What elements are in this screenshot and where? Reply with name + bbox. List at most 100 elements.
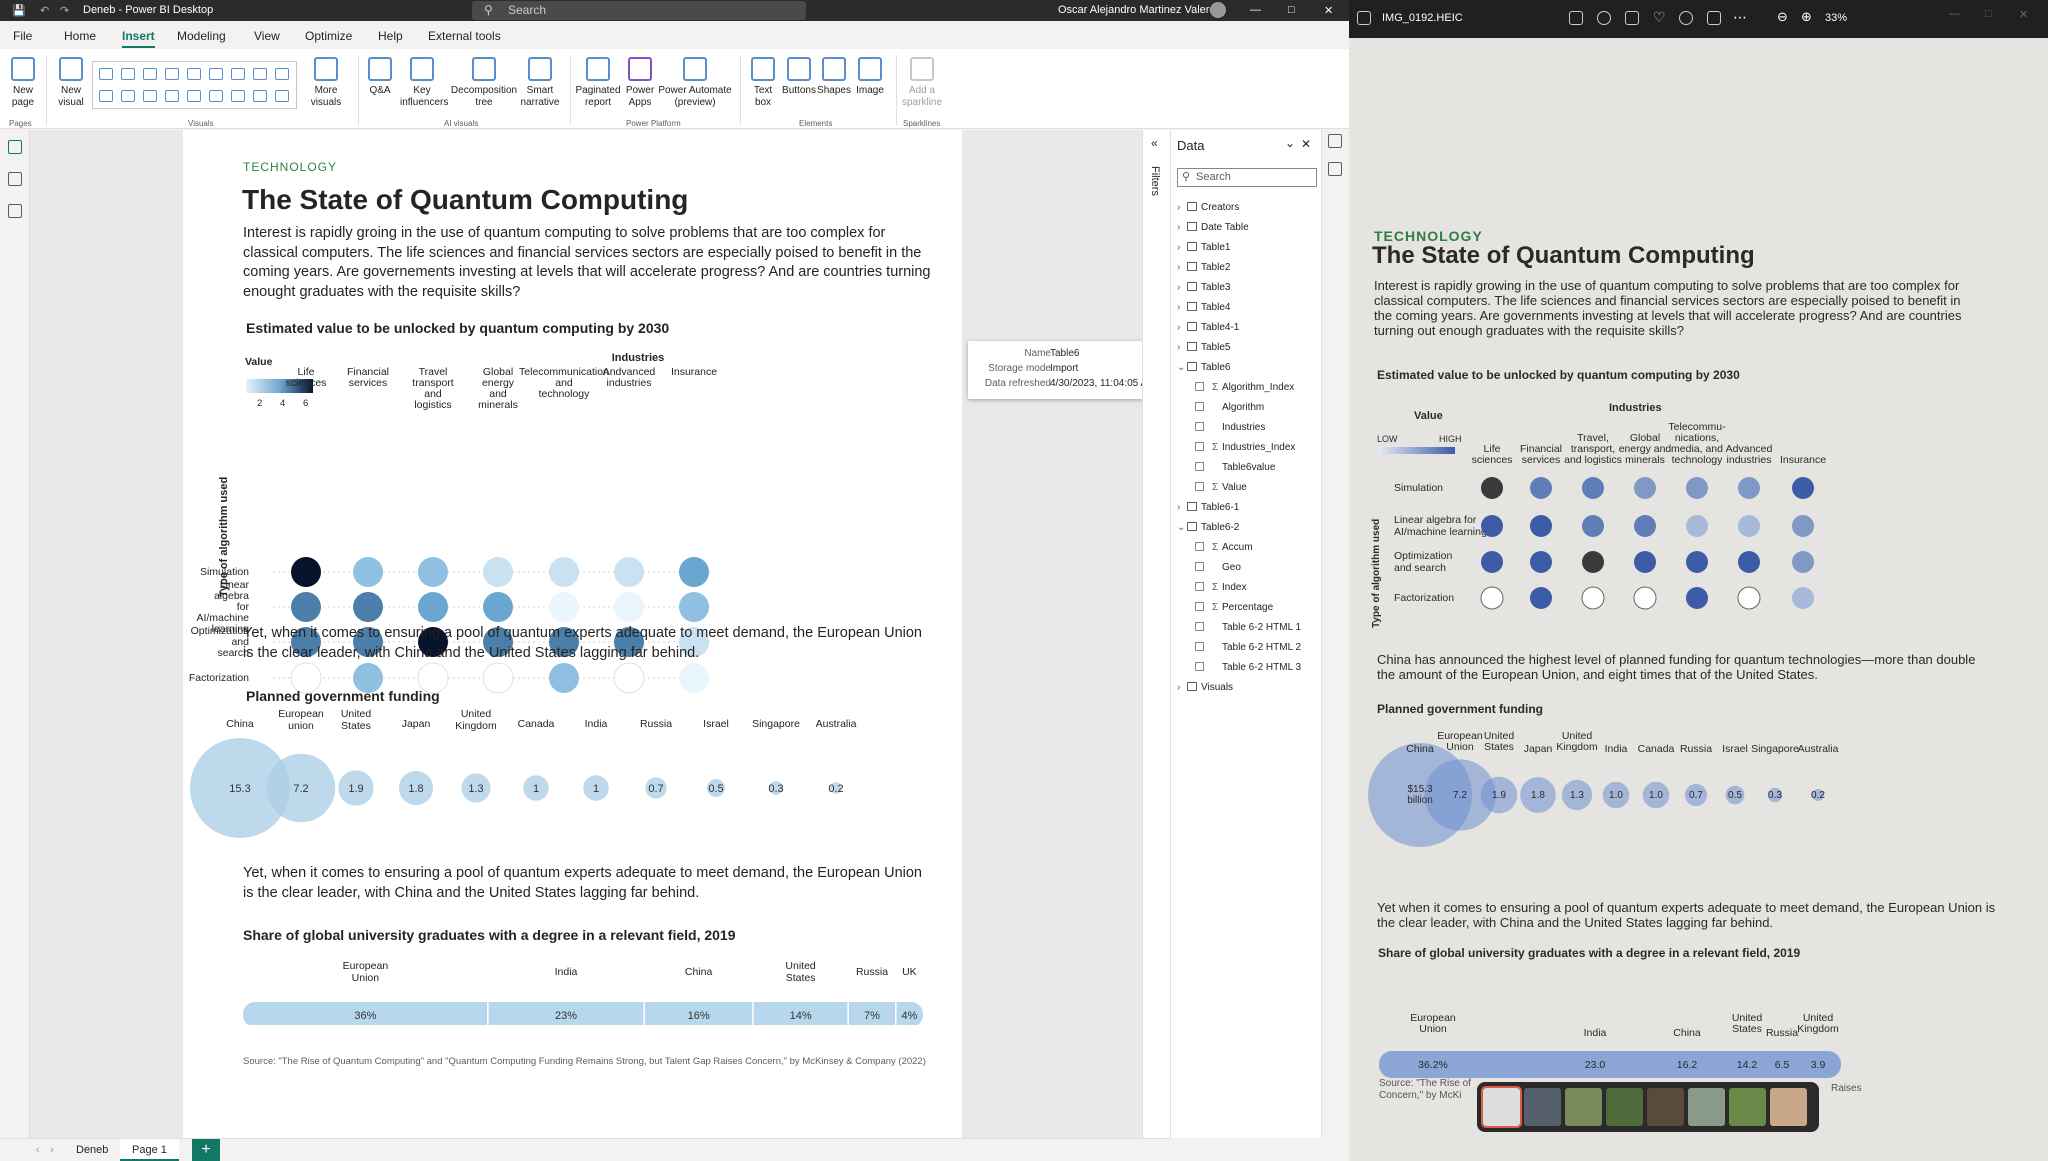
data-table-table4[interactable]: › Table4 [1177, 302, 1230, 313]
filters-pane-collapsed[interactable]: « Filters [1142, 130, 1170, 1138]
chevron-right-icon[interactable]: › [1177, 342, 1187, 353]
new-visual-button[interactable]: New visual [54, 57, 88, 109]
data-field-table-6-2-html-2[interactable]: Table 6-2 HTML 2 [1195, 642, 1301, 653]
chevron-right-icon[interactable]: › [1177, 682, 1187, 693]
key-influencers-button[interactable]: Key influencers [400, 57, 448, 109]
close-icon[interactable]: ✕ [1324, 4, 1333, 17]
menu-help[interactable]: Help [378, 29, 403, 43]
filmstrip-thumbnail[interactable] [1524, 1088, 1561, 1126]
data-field-table-6-2-html-3[interactable]: Table 6-2 HTML 3 [1195, 662, 1301, 673]
filmstrip-thumbnail[interactable] [1647, 1088, 1684, 1126]
chevron-right-icon[interactable]: › [1177, 502, 1187, 513]
field-checkbox[interactable] [1195, 622, 1204, 631]
visual-type-icon[interactable] [121, 90, 135, 102]
visual-type-icon[interactable] [143, 90, 157, 102]
field-checkbox[interactable] [1195, 542, 1204, 551]
format-pane-icon[interactable] [1328, 162, 1342, 176]
filmstrip-thumbnail[interactable] [1729, 1088, 1766, 1126]
visual-type-icon[interactable] [99, 90, 113, 102]
heatmap-cell[interactable] [418, 557, 448, 587]
field-checkbox[interactable] [1195, 662, 1204, 671]
visual-type-icon[interactable] [209, 68, 223, 80]
data-table-table2[interactable]: › Table2 [1177, 262, 1230, 273]
filmstrip-thumbnail[interactable] [1565, 1088, 1602, 1126]
power-apps-button[interactable]: Power Apps [622, 57, 658, 109]
funding-chart[interactable]: 15.3China7.2Europeanunion1.9UnitedStates… [183, 700, 962, 845]
visual-type-icon[interactable] [143, 68, 157, 80]
heatmap-cell[interactable] [483, 592, 513, 622]
heatmap-cell[interactable] [549, 592, 579, 622]
filmstrip-thumbnail[interactable] [1688, 1088, 1725, 1126]
more-options-icon[interactable]: ⋯ [1733, 9, 1747, 26]
more-visuals-button[interactable]: More visuals [306, 57, 346, 109]
paginated-report-button[interactable]: Paginated report [574, 57, 622, 109]
decomposition-tree-button[interactable]: Decomposition tree [448, 57, 520, 109]
gallery-icon[interactable] [1357, 11, 1371, 25]
visual-type-icon[interactable] [231, 68, 245, 80]
chevron-right-icon[interactable]: › [1177, 242, 1187, 253]
data-table-table3[interactable]: › Table3 [1177, 282, 1230, 293]
visual-type-icon[interactable] [187, 68, 201, 80]
visual-type-icon[interactable] [165, 90, 179, 102]
model-view-icon[interactable] [8, 204, 22, 218]
data-field-algorithm[interactable]: Algorithm [1195, 402, 1264, 413]
heatmap-cell[interactable] [549, 663, 579, 693]
data-pane-icon[interactable] [1328, 134, 1342, 148]
title-search-input[interactable]: ⚲ Search [472, 1, 806, 20]
minimize-icon[interactable]: — [1250, 4, 1261, 16]
report-view-icon[interactable] [8, 140, 22, 154]
data-table-table4-1[interactable]: › Table4-1 [1177, 322, 1239, 333]
grads-chart[interactable]: 36% EuropeanUnion 23% India 16% China 14% Unite… [183, 955, 962, 1025]
data-table-table1[interactable]: › Table1 [1177, 242, 1230, 253]
image-button[interactable]: Image [852, 57, 888, 97]
visual-type-icon[interactable] [99, 68, 113, 80]
field-checkbox[interactable] [1195, 582, 1204, 591]
heatmap-cell[interactable] [549, 557, 579, 587]
visual-type-icon[interactable] [253, 68, 267, 80]
data-table-table6[interactable]: ⌄ Table6 [1177, 362, 1230, 373]
field-checkbox[interactable] [1195, 382, 1204, 391]
chevron-right-icon[interactable]: › [1177, 262, 1187, 273]
new-page-button[interactable]: New page [4, 57, 42, 109]
data-field-table6value[interactable]: Table6value [1195, 462, 1275, 473]
avatar[interactable] [1210, 2, 1226, 18]
prev-page-icon[interactable]: ‹ [36, 1144, 40, 1156]
filmstrip[interactable] [1477, 1082, 1819, 1132]
menu-home[interactable]: Home [64, 29, 96, 43]
field-checkbox[interactable] [1195, 642, 1204, 651]
heatmap-cell[interactable] [679, 663, 709, 693]
visual-type-icon[interactable] [187, 90, 201, 102]
zoom-in-icon[interactable]: ⊕ [1801, 9, 1812, 25]
shapes-button[interactable]: Shapes [816, 57, 852, 97]
buttons-button[interactable]: Buttons [780, 57, 818, 97]
heatmap-cell[interactable] [483, 557, 513, 587]
menu-optimize[interactable]: Optimize [305, 29, 352, 43]
maximize-icon[interactable]: □ [1288, 4, 1295, 16]
text-box-button[interactable]: Text box [746, 57, 780, 109]
heatmap-cell[interactable] [353, 557, 383, 587]
minimize-icon[interactable]: — [1949, 8, 1960, 20]
chevron-down-icon[interactable]: ⌄ [1177, 522, 1187, 533]
field-checkbox[interactable] [1195, 462, 1204, 471]
heatmap-cell[interactable] [291, 592, 321, 622]
power-automate-button[interactable]: Power Automate (preview) [656, 57, 734, 109]
data-table-table5[interactable]: › Table5 [1177, 342, 1230, 353]
field-checkbox[interactable] [1195, 602, 1204, 611]
info-icon[interactable] [1679, 11, 1693, 25]
delete-icon[interactable] [1625, 11, 1639, 25]
data-field-algorithm-index[interactable]: Σ Algorithm_Index [1195, 382, 1294, 393]
data-table-date-table[interactable]: › Date Table [1177, 222, 1249, 233]
menu-insert[interactable]: Insert [122, 29, 155, 48]
chevron-down-icon[interactable]: ⌄ [1285, 136, 1295, 150]
undo-icon[interactable]: ↶ [40, 4, 49, 17]
filmstrip-thumbnail[interactable] [1770, 1088, 1807, 1126]
visual-type-icon[interactable] [231, 90, 245, 102]
visual-type-icon[interactable] [165, 68, 179, 80]
data-field-index[interactable]: Σ Index [1195, 582, 1246, 593]
page-tab-page-1[interactable]: Page 1 [120, 1139, 179, 1161]
filmstrip-thumbnail[interactable] [1481, 1086, 1522, 1128]
page-tab-deneb[interactable]: Deneb [64, 1139, 120, 1161]
chevron-right-icon[interactable]: › [1177, 322, 1187, 333]
heatmap-cell[interactable] [614, 557, 644, 587]
data-field-geo[interactable]: Geo [1195, 562, 1241, 573]
